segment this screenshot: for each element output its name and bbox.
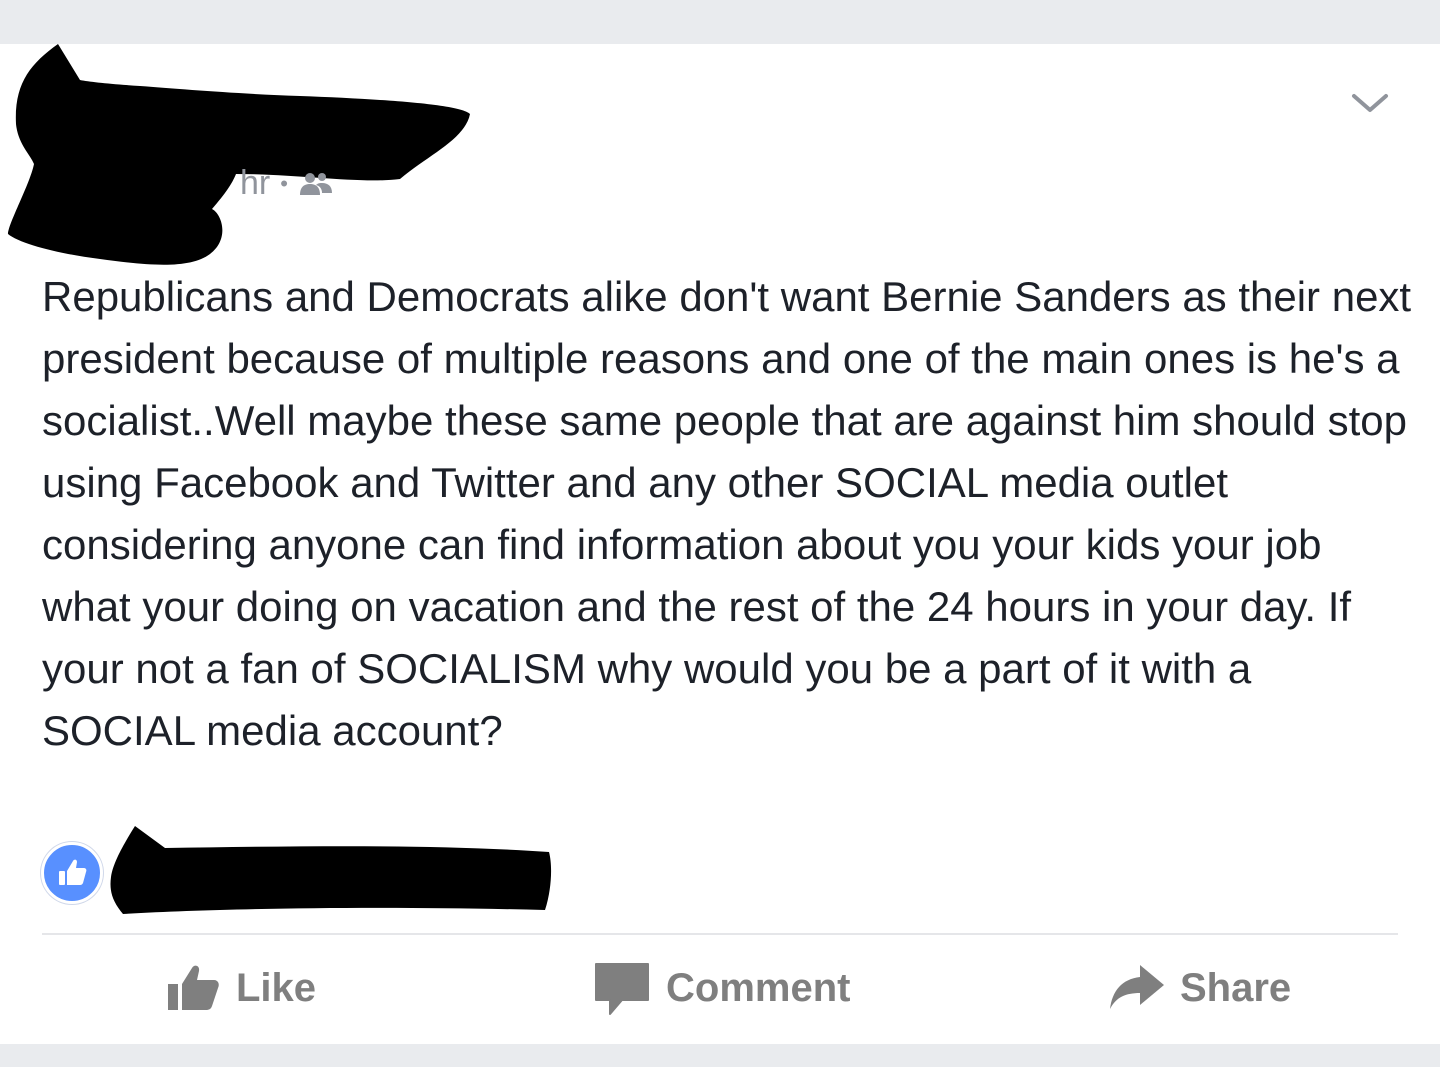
- comment-icon: [595, 963, 649, 1015]
- friends-icon[interactable]: [298, 171, 334, 197]
- post-timestamp[interactable]: hr: [240, 164, 270, 203]
- post-divider: [42, 933, 1398, 935]
- post-body: Republicans and Democrats alike don't wa…: [42, 273, 1423, 754]
- comment-label: Comment: [666, 965, 851, 1010]
- share-button[interactable]: Share: [1108, 960, 1291, 1016]
- share-arrow-icon: [1110, 965, 1164, 1009]
- post-card: hr • Republicans and Democrats alike don…: [0, 44, 1440, 1044]
- like-button[interactable]: Like: [166, 960, 316, 1016]
- reaction-badge[interactable]: [41, 842, 103, 904]
- like-icon: [168, 965, 219, 1010]
- like-label: Like: [236, 965, 317, 1010]
- redaction-marker-likers: [110, 826, 552, 914]
- share-label: Share: [1180, 965, 1292, 1010]
- chevron-down-icon[interactable]: [1350, 88, 1390, 118]
- comment-button[interactable]: Comment: [592, 960, 850, 1016]
- post-meta: hr •: [240, 164, 334, 203]
- post-actions-bar: Like Comment Share: [0, 944, 1440, 1034]
- meta-separator: •: [280, 170, 288, 196]
- thumbs-up-icon: [59, 859, 87, 885]
